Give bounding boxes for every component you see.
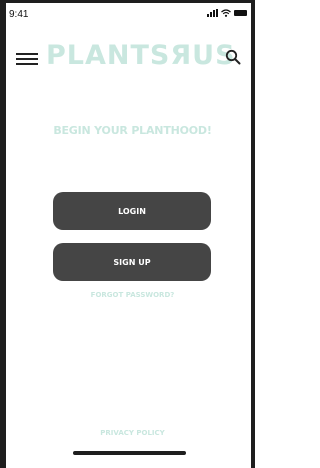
search-icon[interactable] bbox=[225, 49, 241, 65]
battery-icon bbox=[234, 10, 247, 16]
home-indicator[interactable] bbox=[73, 451, 186, 455]
status-time: 9:41 bbox=[9, 9, 29, 20]
wifi-icon bbox=[221, 9, 231, 17]
signup-button[interactable]: SIGN UP bbox=[53, 243, 211, 281]
login-button[interactable]: LOGIN bbox=[53, 192, 211, 230]
tagline: BEGIN YOUR PLANTHOOD! bbox=[53, 124, 212, 137]
brand-logo: PLANTSЯUS bbox=[46, 40, 236, 71]
signal-icon bbox=[207, 9, 218, 17]
hamburger-menu-icon[interactable] bbox=[16, 53, 38, 65]
forgot-password-link[interactable]: FORGOT PASSWORD? bbox=[0, 291, 265, 299]
status-icons bbox=[207, 9, 247, 17]
privacy-policy-link[interactable]: PRIVACY POLICY bbox=[0, 429, 265, 437]
